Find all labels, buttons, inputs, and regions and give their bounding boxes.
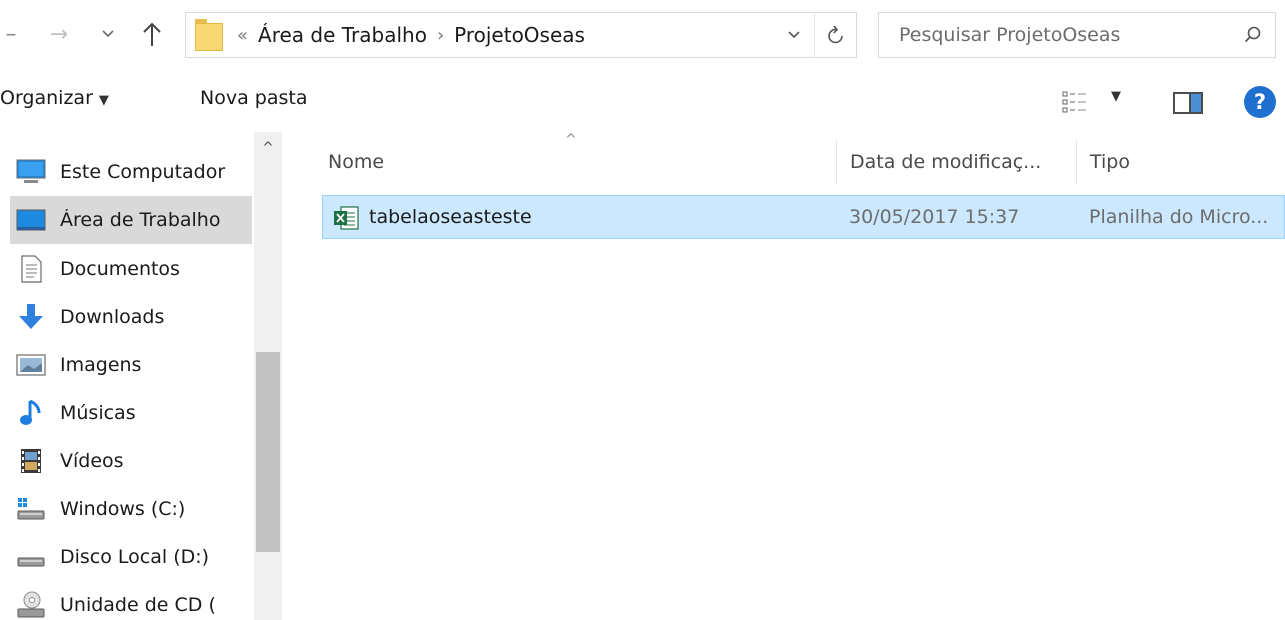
scroll-up-arrow-icon[interactable]: ^ bbox=[254, 140, 282, 156]
desktop-icon bbox=[16, 205, 46, 235]
forward-button[interactable]: → bbox=[34, 14, 84, 54]
file-row[interactable]: tabelaoseasteste 30/05/2017 15:37 Planil… bbox=[322, 195, 1285, 239]
nav-item-label: Este Computador bbox=[60, 161, 226, 183]
file-modified-date: 30/05/2017 15:37 bbox=[849, 206, 1020, 228]
windows-drive-icon bbox=[16, 494, 46, 524]
documents-icon bbox=[16, 254, 46, 284]
nav-item-musicas[interactable]: Músicas bbox=[10, 389, 252, 437]
nav-item-downloads[interactable]: Downloads bbox=[10, 293, 252, 341]
nav-item-disco-local-d[interactable]: Disco Local (D:) bbox=[10, 533, 252, 581]
breadcrumb-overflow[interactable]: « bbox=[237, 25, 248, 46]
column-header-date[interactable]: Data de modificaç... bbox=[836, 140, 1076, 184]
search-icon[interactable] bbox=[1231, 25, 1275, 45]
nav-item-label: Área de Trabalho bbox=[60, 209, 221, 231]
excel-file-icon bbox=[333, 205, 359, 231]
navigation-scrollbar[interactable]: ^ bbox=[254, 132, 282, 620]
organize-label: Organizar bbox=[0, 87, 93, 109]
address-bar[interactable]: « Área de Trabalho › ProjetoOseas bbox=[185, 12, 857, 58]
organize-button[interactable]: Organizar ▼ bbox=[0, 87, 109, 109]
nav-item-documentos[interactable]: Documentos bbox=[10, 245, 252, 293]
command-bar: Organizar ▼ Nova pasta ▼ ? bbox=[0, 72, 1285, 132]
search-box[interactable] bbox=[878, 12, 1276, 58]
file-list-pane: ^ Nome Data de modificaç... Tipo tabelao… bbox=[290, 132, 1285, 620]
nav-item-label: Disco Local (D:) bbox=[60, 546, 210, 568]
search-input[interactable] bbox=[879, 13, 1231, 57]
chevron-down-icon bbox=[102, 30, 114, 38]
nav-item-label: Documentos bbox=[60, 258, 180, 280]
local-disk-icon bbox=[16, 542, 46, 572]
refresh-button[interactable] bbox=[814, 12, 856, 58]
file-type: Planilha do Micro... bbox=[1089, 206, 1269, 228]
nav-item-area-de-trabalho[interactable]: Área de Trabalho bbox=[10, 196, 252, 244]
music-icon bbox=[16, 398, 46, 428]
nav-item-label: Vídeos bbox=[60, 450, 124, 472]
nav-item-label: Downloads bbox=[60, 306, 165, 328]
forward-arrow-icon: → bbox=[49, 21, 69, 47]
computer-icon bbox=[16, 157, 46, 187]
breadcrumb-desktop[interactable]: Área de Trabalho bbox=[258, 23, 427, 47]
nav-item-imagens[interactable]: Imagens bbox=[10, 341, 252, 389]
up-arrow-icon bbox=[143, 22, 161, 46]
refresh-icon bbox=[827, 25, 843, 44]
nav-item-label: Imagens bbox=[60, 354, 142, 376]
column-header-name[interactable]: Nome bbox=[328, 140, 836, 184]
cd-drive-icon bbox=[16, 590, 46, 620]
breadcrumb-separator[interactable]: › bbox=[437, 25, 444, 46]
nav-item-label: Windows (C:) bbox=[60, 498, 186, 520]
chevron-down-icon bbox=[788, 31, 800, 39]
back-arrow-icon: – bbox=[5, 21, 17, 47]
videos-icon bbox=[16, 446, 46, 476]
help-icon[interactable]: ? bbox=[1244, 86, 1276, 118]
navigation-pane: Este Computador Área de Trabalho Documen… bbox=[0, 132, 290, 620]
preview-pane-icon[interactable] bbox=[1173, 92, 1203, 114]
file-name: tabelaoseasteste bbox=[369, 206, 532, 228]
nav-item-unidade-de-cd[interactable]: Unidade de CD ( bbox=[10, 581, 252, 620]
nav-item-label: Unidade de CD ( bbox=[60, 594, 216, 616]
breadcrumb-projeto-oseas[interactable]: ProjetoOseas bbox=[454, 23, 585, 47]
view-dropdown-caret-icon[interactable]: ▼ bbox=[1111, 89, 1121, 104]
nav-item-windows-c[interactable]: Windows (C:) bbox=[10, 485, 252, 533]
nav-item-este-computador[interactable]: Este Computador bbox=[10, 148, 252, 196]
new-folder-button[interactable]: Nova pasta bbox=[200, 87, 307, 109]
recent-locations-button[interactable] bbox=[88, 14, 128, 54]
downloads-icon bbox=[16, 302, 46, 332]
nav-item-label: Músicas bbox=[60, 402, 136, 424]
folder-icon bbox=[195, 19, 225, 51]
column-header-type[interactable]: Tipo bbox=[1076, 140, 1285, 184]
view-options-icon[interactable] bbox=[1062, 90, 1088, 114]
pictures-icon bbox=[16, 350, 46, 380]
caret-down-icon: ▼ bbox=[98, 93, 109, 108]
up-button[interactable] bbox=[128, 14, 176, 54]
back-button[interactable]: – bbox=[0, 14, 22, 54]
nav-item-videos[interactable]: Vídeos bbox=[10, 437, 252, 485]
address-row: – → « Área de Trabalho › ProjetoOseas bbox=[0, 0, 1285, 72]
address-dropdown-button[interactable] bbox=[774, 25, 814, 45]
scrollbar-thumb[interactable] bbox=[256, 352, 280, 552]
